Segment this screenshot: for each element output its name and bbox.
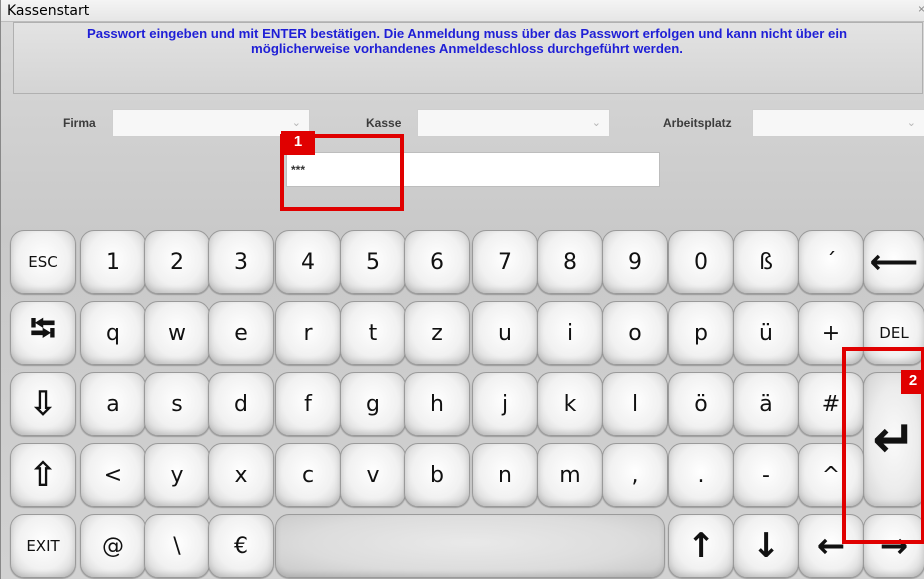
key-x[interactable]: x <box>208 443 274 507</box>
key-b[interactable]: b <box>404 443 470 507</box>
key-sz[interactable]: ß <box>733 230 799 294</box>
close-icon[interactable]: × <box>911 2 924 18</box>
key-w[interactable]: w <box>144 301 210 365</box>
firma-label: Firma <box>63 116 96 130</box>
chevron-down-icon: ⌄ <box>906 117 916 129</box>
key-esc[interactable]: ESC <box>10 230 76 294</box>
key-n[interactable]: n <box>472 443 538 507</box>
key-acute[interactable]: ´ <box>798 230 864 294</box>
key-h[interactable]: h <box>404 372 470 436</box>
key-exit[interactable]: EXIT <box>10 514 76 578</box>
key-minus[interactable]: - <box>733 443 799 507</box>
key-ae[interactable]: ä <box>733 372 799 436</box>
key-8[interactable]: 8 <box>537 230 603 294</box>
arrow-down-icon[interactable]: ↓ <box>733 514 799 578</box>
arbeitsplatz-select[interactable]: ⌄ <box>752 109 924 137</box>
key-comma[interactable]: , <box>602 443 668 507</box>
shift-icon[interactable]: ⇧ <box>10 443 76 507</box>
key-g[interactable]: g <box>340 372 406 436</box>
arbeitsplatz-label: Arbeitsplatz <box>663 116 732 130</box>
key-e[interactable]: e <box>208 301 274 365</box>
onscreen-keyboard: ESC 1 2 3 4 5 6 7 8 9 0 ß ´ ⟵ ⭾ q w e r … <box>1 229 924 579</box>
key-period[interactable]: . <box>668 443 734 507</box>
key-l[interactable]: l <box>602 372 668 436</box>
key-less[interactable]: < <box>80 443 146 507</box>
key-d[interactable]: d <box>208 372 274 436</box>
key-6[interactable]: 6 <box>404 230 470 294</box>
key-oe[interactable]: ö <box>668 372 734 436</box>
key-0[interactable]: 0 <box>668 230 734 294</box>
key-9[interactable]: 9 <box>602 230 668 294</box>
chevron-down-icon: ⌄ <box>291 117 301 129</box>
backspace-icon[interactable]: ⟵ <box>863 230 924 294</box>
key-ue[interactable]: ü <box>733 301 799 365</box>
key-s[interactable]: s <box>144 372 210 436</box>
key-z[interactable]: z <box>404 301 470 365</box>
chevron-down-icon: ⌄ <box>591 117 601 129</box>
key-c[interactable]: c <box>275 443 341 507</box>
key-4[interactable]: 4 <box>275 230 341 294</box>
key-2[interactable]: 2 <box>144 230 210 294</box>
key-q[interactable]: q <box>80 301 146 365</box>
kasse-select[interactable]: ⌄ <box>417 109 610 137</box>
kasse-label: Kasse <box>366 116 402 130</box>
instruction-banner: Passwort eingeben und mit ENTER bestätig… <box>13 22 923 94</box>
key-at[interactable]: @ <box>80 514 146 578</box>
key-j[interactable]: j <box>472 372 538 436</box>
arrow-down-outline-icon[interactable]: ⇩ <box>10 372 76 436</box>
space-bar[interactable] <box>275 514 665 578</box>
instruction-text: Passwort eingeben und mit ENTER bestätig… <box>14 26 920 56</box>
key-euro[interactable]: € <box>208 514 274 578</box>
key-v[interactable]: v <box>340 443 406 507</box>
key-5[interactable]: 5 <box>340 230 406 294</box>
tab-icon[interactable]: ⭾ <box>10 301 76 365</box>
key-1[interactable]: 1 <box>80 230 146 294</box>
highlight-number-1: 1 <box>281 131 315 155</box>
key-3[interactable]: 3 <box>208 230 274 294</box>
key-o[interactable]: o <box>602 301 668 365</box>
window-title: Kassenstart <box>7 3 90 19</box>
instruction-line-1: Passwort eingeben und mit ENTER bestätig… <box>86 26 848 41</box>
key-k[interactable]: k <box>537 372 603 436</box>
key-r[interactable]: r <box>275 301 341 365</box>
key-t[interactable]: t <box>340 301 406 365</box>
key-m[interactable]: m <box>537 443 603 507</box>
arrow-up-icon[interactable]: ↑ <box>668 514 734 578</box>
key-f[interactable]: f <box>275 372 341 436</box>
kassenstart-window: Kassenstart × Passwort eingeben und mit … <box>0 0 924 579</box>
title-bar: Kassenstart × <box>1 0 924 22</box>
key-backslash[interactable]: \ <box>144 514 210 578</box>
key-p[interactable]: p <box>668 301 734 365</box>
key-u[interactable]: u <box>472 301 538 365</box>
key-7[interactable]: 7 <box>472 230 538 294</box>
highlight-number-2: 2 <box>901 370 924 394</box>
key-y[interactable]: y <box>144 443 210 507</box>
instruction-line-2: möglicherweise vorhandenes Anmeldeschlos… <box>251 41 683 56</box>
key-a[interactable]: a <box>80 372 146 436</box>
key-i[interactable]: i <box>537 301 603 365</box>
